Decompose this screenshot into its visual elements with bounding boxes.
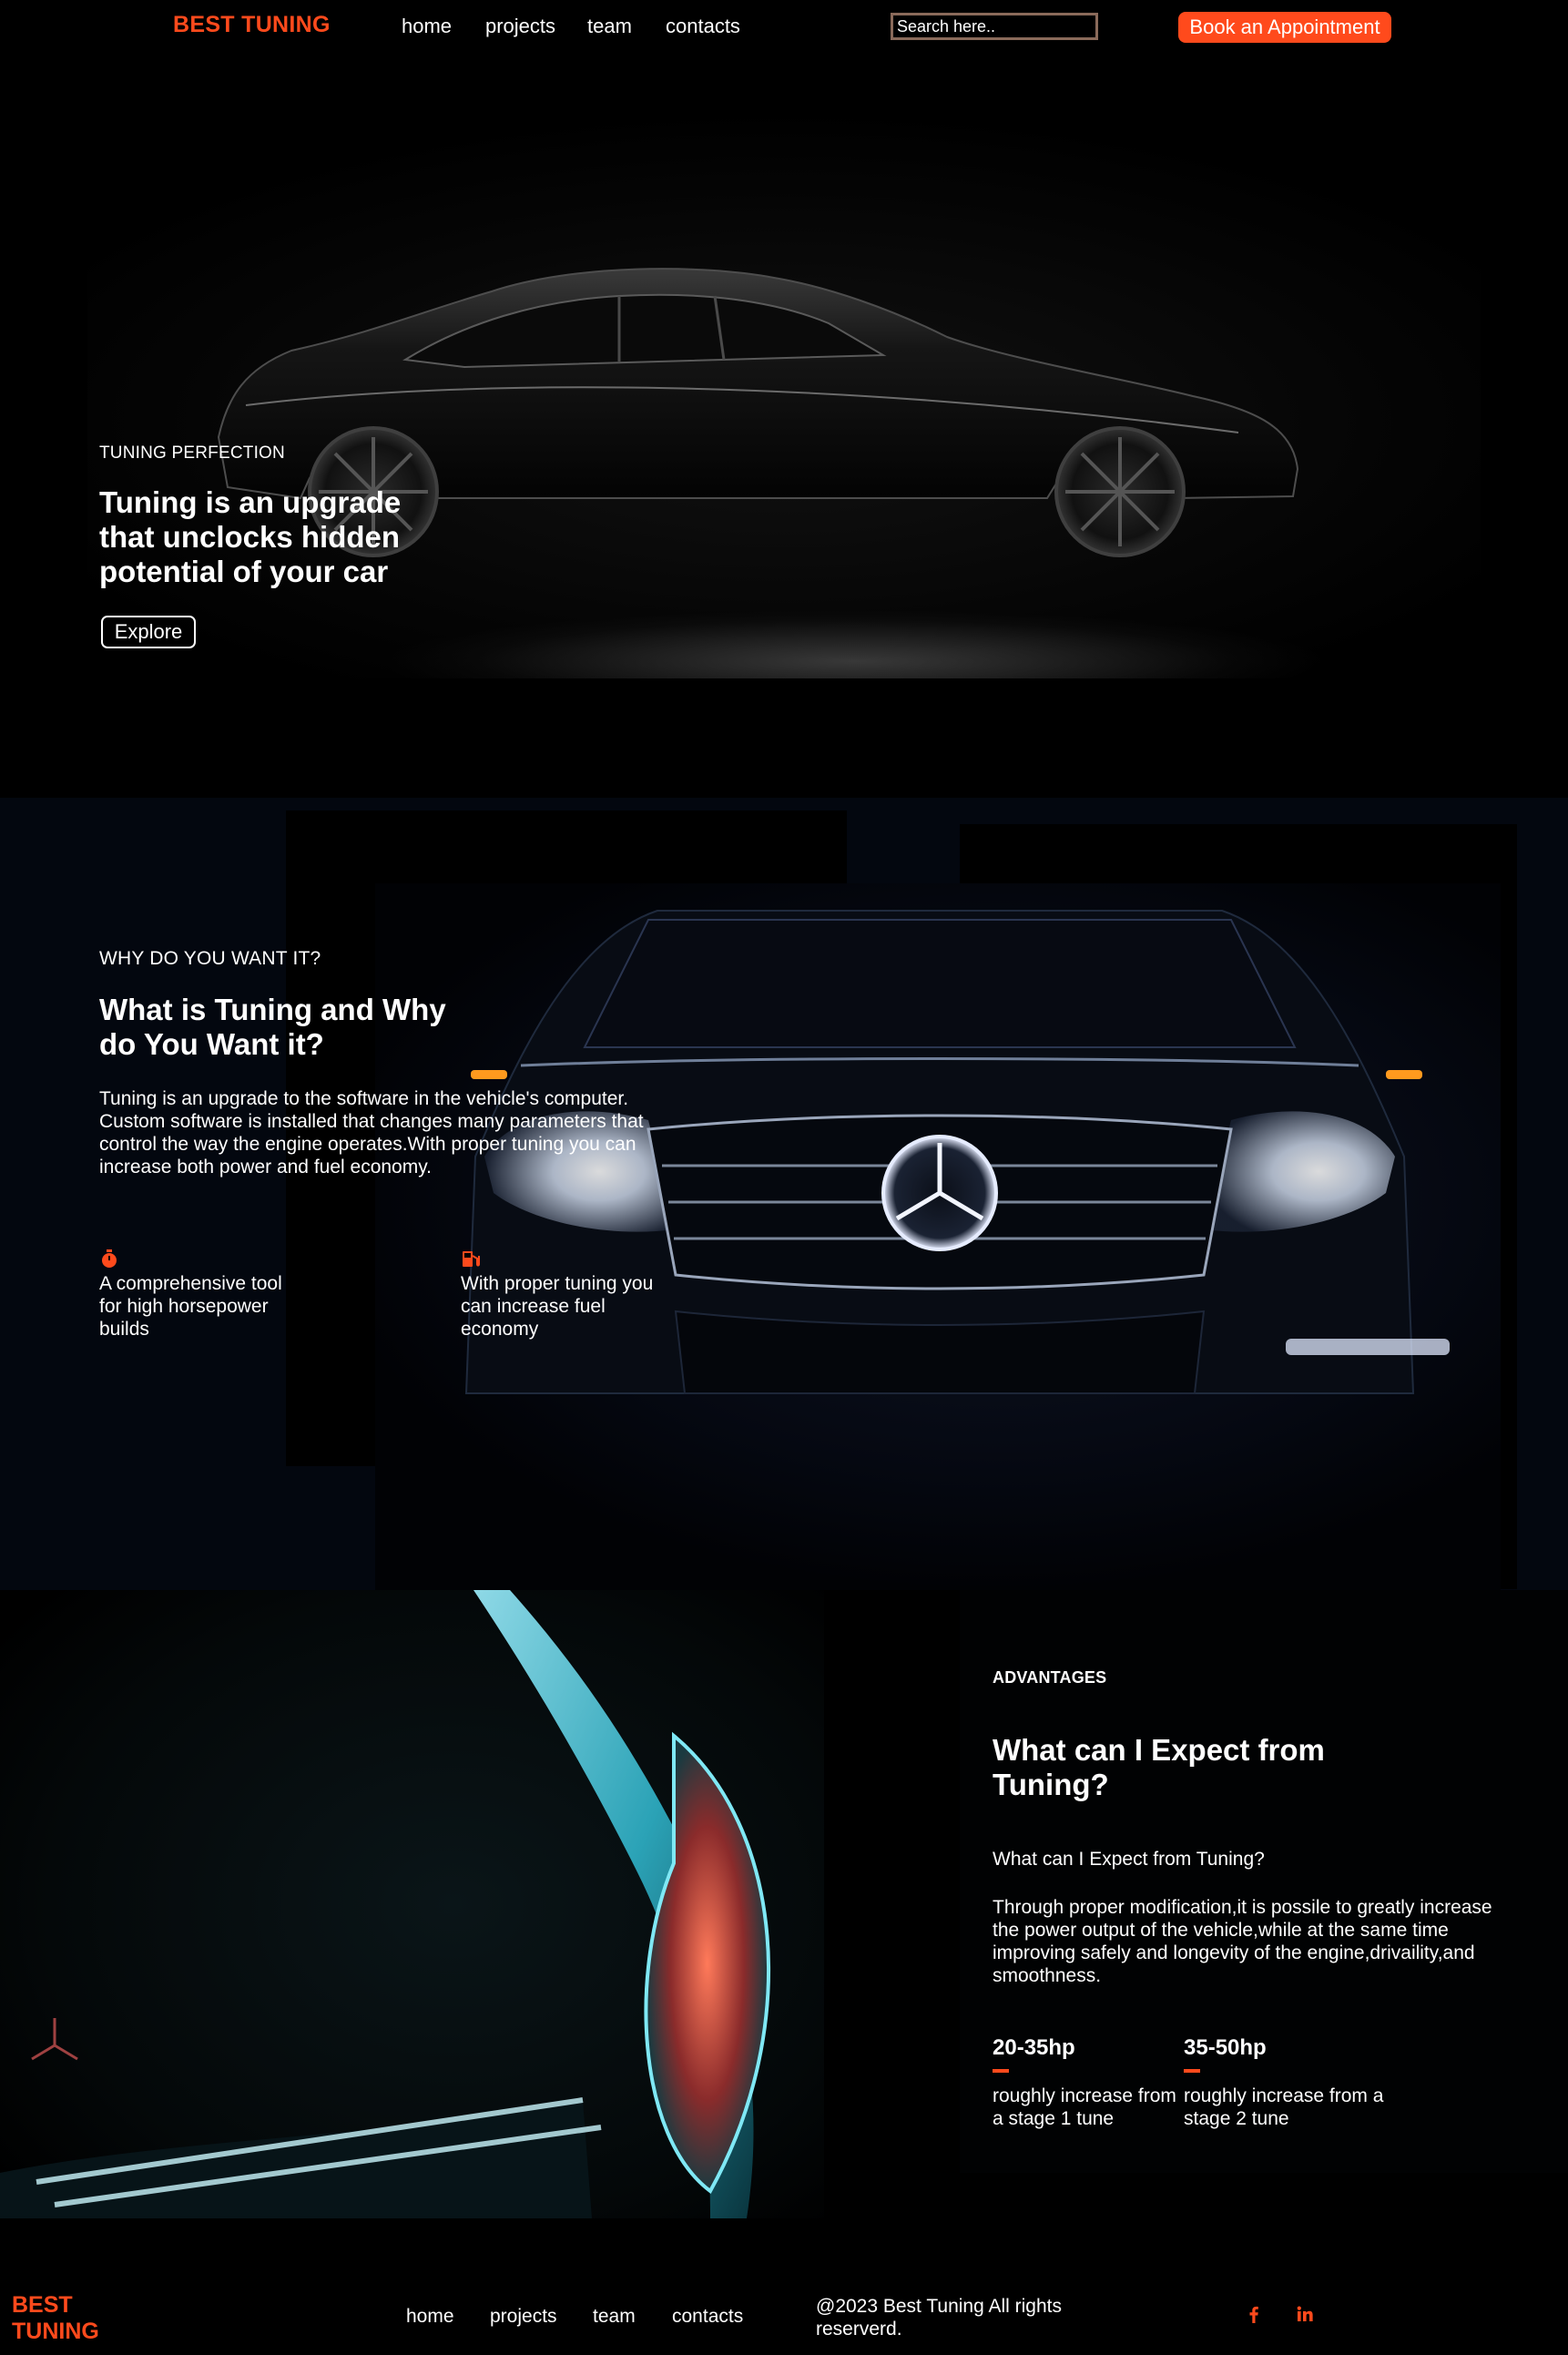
book-appointment-button[interactable]: Book an Appointment	[1178, 12, 1391, 43]
hero-title: Tuning is an upgrade that unclocks hidde…	[99, 485, 402, 588]
explore-button[interactable]: Explore	[101, 616, 196, 648]
footer-link-projects[interactable]: projects	[490, 2306, 557, 2328]
footer-link-contacts[interactable]: contacts	[672, 2306, 743, 2328]
stat-description: roughly increase from a stage 2 tune	[1184, 2085, 1384, 2129]
page: BEST TUNING home projects team contacts …	[0, 0, 1568, 2355]
stat-accent-bar	[993, 2069, 1009, 2073]
feature-text: With proper tuning you can increase fuel…	[461, 1273, 654, 1340]
footer-link-team[interactable]: team	[593, 2306, 636, 2328]
fuel-pump-icon	[463, 1251, 480, 1267]
advantages-eyebrow: ADVANTAGES	[993, 1668, 1107, 1687]
nav-link-projects[interactable]: projects	[485, 15, 555, 38]
copyright-text: @2023 Best Tuning All rights reserverd.	[816, 2296, 1062, 2340]
car-headlight-image	[0, 1590, 824, 2218]
footer-link-home[interactable]: home	[406, 2306, 454, 2328]
facebook-icon[interactable]	[1244, 2304, 1264, 2324]
stat-value: 20-35hp	[993, 2035, 1075, 2060]
feature-text: A comprehensive tool for high horsepower…	[99, 1273, 282, 1340]
car-front-image	[375, 883, 1501, 1590]
nav-link-home[interactable]: home	[402, 15, 452, 38]
stat-description: roughly increase from a stage 1 tune	[993, 2085, 1176, 2129]
footer-brand-logo[interactable]: BEST TUNING	[12, 2292, 121, 2345]
nav-link-contacts[interactable]: contacts	[666, 15, 740, 38]
stat-accent-bar	[1184, 2069, 1200, 2073]
search-input[interactable]	[891, 13, 1098, 40]
why-description: Tuning is an upgrade to the software in …	[99, 1088, 644, 1178]
advantages-body: Through proper modification,it is possil…	[993, 1897, 1492, 1986]
why-title: What is Tuning and Why do You Want it?	[99, 993, 446, 1061]
nav-link-team[interactable]: team	[587, 15, 632, 38]
brand-logo[interactable]: BEST TUNING	[173, 12, 331, 38]
advantages-title: What can I Expect from Tuning?	[993, 1733, 1325, 1801]
linkedin-icon[interactable]	[1295, 2304, 1315, 2324]
stat-value: 35-50hp	[1184, 2035, 1267, 2060]
hero-eyebrow: TUNING PERFECTION	[99, 443, 285, 463]
stopwatch-icon	[102, 1249, 117, 1268]
why-eyebrow: WHY DO YOU WANT IT?	[99, 948, 321, 969]
advantages-subtitle: What can I Expect from Tuning?	[993, 1849, 1265, 1870]
